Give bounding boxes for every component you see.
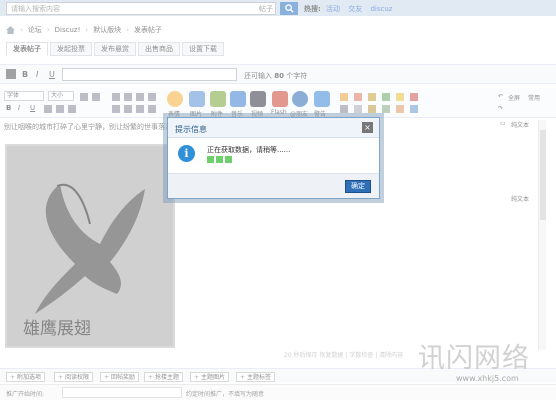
watermark-url: www.xhkj5.com	[456, 374, 519, 383]
watermark-logo: 讯闪网络	[418, 343, 530, 374]
dialog-header: 提示信息 ×	[168, 118, 379, 138]
watermark: 讯闪网络 www.xhkj5.com	[418, 336, 554, 390]
dialog-footer: 确定	[168, 173, 379, 198]
loading-dot	[225, 156, 232, 163]
info-icon: i	[178, 145, 195, 162]
dialog-message: 正在获取数据，请稍等......	[207, 146, 291, 154]
info-dialog: 提示信息 × i 正在获取数据，请稍等...... 确定	[167, 117, 380, 199]
dialog-title: 提示信息	[175, 125, 207, 134]
close-icon[interactable]: ×	[362, 122, 373, 133]
confirm-button[interactable]: 确定	[345, 180, 371, 193]
loading-dot	[216, 156, 223, 163]
loading-indicator	[207, 156, 232, 163]
loading-dot	[207, 156, 214, 163]
